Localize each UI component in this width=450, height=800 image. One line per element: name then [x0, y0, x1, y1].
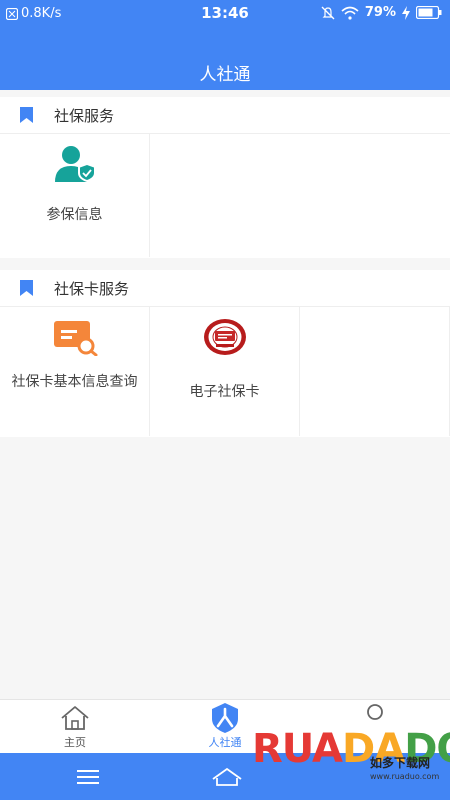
grid-item-electronic-card[interactable]: 电子社保卡 — [150, 307, 300, 436]
grid-item-label: 电子社保卡 — [189, 384, 260, 400]
section-grid: 社保卡基本信息查询 电子社保卡 — [0, 307, 450, 436]
section-title: 社保服务 — [54, 106, 115, 125]
nav-tab-home[interactable]: 主页 — [0, 700, 150, 754]
mute-icon — [321, 6, 335, 19]
bookmark-icon — [20, 107, 33, 123]
watermark-url: www.ruaduo.com — [370, 772, 440, 781]
bookmark-icon — [20, 280, 33, 296]
person-icon — [212, 703, 238, 733]
grid-empty-cell — [150, 134, 450, 257]
grid-item-insurance-info[interactable]: 参保信息 — [0, 134, 150, 257]
grid-item-label: 社保卡基本信息查询 — [11, 374, 138, 390]
user-shield-icon — [55, 146, 96, 182]
section-title: 社保卡服务 — [54, 279, 130, 298]
app-header: 人社通 — [0, 28, 450, 90]
status-bar: 0.8K/s 13:46 79% — [0, 0, 450, 28]
home-system-icon[interactable] — [211, 767, 243, 787]
grid-empty-cell — [300, 307, 450, 436]
battery-icon — [416, 6, 442, 19]
card-search-icon — [54, 321, 98, 356]
section-social-security-services: 社保服务 参保信息 — [0, 97, 450, 258]
home-icon — [61, 706, 89, 730]
watermark-logo: RUADADO 如多下载网 www.ruaduo.com — [252, 722, 450, 800]
section-card-services: 社保卡服务 社保卡基本信息查询 电子社保卡 — [0, 270, 450, 437]
watermark-sub: 如多下载网 — [370, 756, 431, 770]
menu-icon[interactable] — [77, 769, 99, 785]
section-header: 社保服务 — [0, 97, 450, 134]
battery-text: 79% — [364, 5, 396, 20]
page-title: 人社通 — [199, 65, 251, 85]
section-header: 社保卡服务 — [0, 270, 450, 307]
social-security-card-icon — [204, 319, 246, 355]
grid-item-card-info-query[interactable]: 社保卡基本信息查询 — [0, 307, 150, 436]
section-grid: 参保信息 — [0, 134, 450, 257]
status-right: 79% — [321, 5, 442, 20]
charging-icon — [402, 5, 410, 20]
nav-label: 主页 — [64, 736, 86, 749]
wifi-icon — [341, 6, 359, 20]
grid-item-label: 参保信息 — [46, 207, 103, 223]
